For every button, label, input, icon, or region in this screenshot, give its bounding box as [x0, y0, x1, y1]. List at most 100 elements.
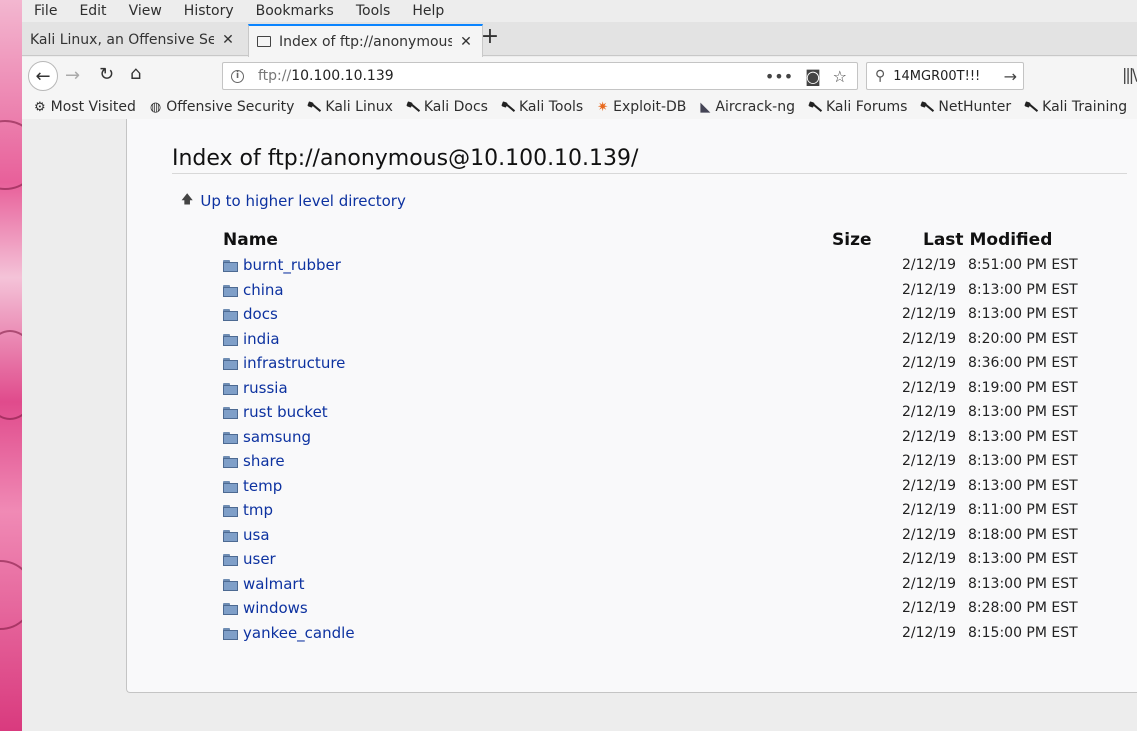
folder-link[interactable]: user [243, 550, 276, 568]
bookmark-exploit-db[interactable]: ✷ Exploit-DB [597, 99, 686, 115]
modified-time: 8:13:00 PM EST [968, 453, 1078, 469]
bookmark-kali-tools[interactable]: Kali Tools [502, 99, 583, 115]
folder-link[interactable]: tmp [243, 501, 273, 519]
menu-bookmarks[interactable]: Bookmarks [256, 3, 334, 19]
menu-edit[interactable]: Edit [79, 3, 106, 19]
new-tab-button[interactable]: + [478, 26, 502, 50]
column-header-last-modified[interactable]: Last Modified [923, 230, 1052, 250]
bookmark-label: Offensive Security [166, 99, 295, 115]
reload-button[interactable]: ↻ [99, 64, 114, 85]
bookmark-label: Kali Linux [325, 99, 393, 115]
kali-dragon-icon [308, 101, 320, 113]
tab-title: Index of ftp://anonymous@10.100.10.139/ [279, 33, 452, 50]
menu-help[interactable]: Help [412, 3, 444, 19]
library-icon[interactable]: |||\ [1122, 65, 1137, 84]
folder-link[interactable]: walmart [243, 575, 304, 593]
page-actions-menu-icon[interactable]: ••• [765, 67, 793, 86]
directory-table: Name Size Last Modified burnt_rubber 2/12… [223, 230, 1083, 648]
navigation-toolbar: ← → ↻ ⌂ i ftp:// 10.100.10.139 ••• ◙ ☆ ⚲… [22, 57, 1137, 95]
bookmark-kali-docs[interactable]: Kali Docs [407, 99, 488, 115]
page-title: Index of ftp://anonymous@10.100.10.139/ [172, 146, 639, 171]
url-bar[interactable]: i ftp:// 10.100.10.139 ••• ◙ ☆ [222, 62, 858, 90]
folder-link[interactable]: infrastructure [243, 354, 345, 372]
menu-history[interactable]: History [184, 3, 234, 19]
modified-date: 2/12/19 [902, 453, 956, 469]
tab-kali-linux[interactable]: Kali Linux, an Offensive Security ✕ [22, 24, 244, 56]
folder-link[interactable]: rust bucket [243, 403, 328, 421]
table-row: usa 2/12/19 8:18:00 PM EST [223, 526, 1083, 551]
back-button[interactable]: ← [28, 61, 58, 91]
table-row: infrastructure 2/12/19 8:36:00 PM EST [223, 354, 1083, 379]
modified-date: 2/12/19 [902, 281, 956, 298]
exploit-db-icon: ✷ [597, 99, 609, 115]
folder-icon [223, 260, 238, 272]
pocket-icon[interactable]: ◙ [805, 67, 821, 86]
folder-link[interactable]: temp [243, 477, 282, 495]
folder-icon [223, 529, 238, 542]
modified-time: 8:28:00 PM EST [968, 600, 1078, 616]
table-row: docs 2/12/19 8:13:00 PM EST [223, 305, 1083, 330]
folder-link[interactable]: china [243, 281, 284, 299]
modified-time: 8:36:00 PM EST [968, 355, 1078, 371]
modified-date: 2/12/19 [902, 551, 956, 567]
column-header-size[interactable]: Size [832, 230, 872, 250]
menu-view[interactable]: View [129, 3, 162, 19]
bookmark-kali-linux[interactable]: Kali Linux [308, 99, 392, 115]
home-button[interactable]: ⌂ [130, 63, 141, 84]
bookmark-nethunter[interactable]: NetHunter [921, 99, 1011, 115]
kali-dragon-icon [407, 101, 419, 113]
folder-link[interactable]: docs [243, 305, 278, 323]
folder-link[interactable]: windows [243, 599, 308, 617]
modified-date: 2/12/19 [902, 355, 956, 371]
tab-title: Kali Linux, an Offensive Security [30, 32, 214, 48]
tab-strip: Kali Linux, an Offensive Security ✕ Inde… [22, 22, 1137, 57]
bookmark-label: Kali Tools [518, 99, 584, 115]
bookmark-kali-training[interactable]: Kali Training [1025, 99, 1127, 115]
modified-date: 2/12/19 [902, 257, 956, 273]
folder-link[interactable]: usa [243, 526, 270, 544]
tab-ftp-index[interactable]: Index of ftp://anonymous@10.100.10.139/ … [248, 24, 483, 57]
close-tab-icon[interactable]: ✕ [220, 32, 236, 48]
home-icon: ⌂ [130, 63, 142, 84]
modified-date: 2/12/19 [902, 404, 956, 420]
column-header-name[interactable]: Name [223, 230, 278, 250]
bookmark-aircrack-ng[interactable]: ◣ Aircrack-ng [700, 99, 795, 115]
folder-link[interactable]: share [243, 452, 285, 470]
bookmark-offensive-security[interactable]: ◍ Offensive Security [150, 99, 295, 115]
modified-date: 2/12/19 [902, 575, 956, 592]
up-directory-link[interactable]: Up to higher level directory [200, 192, 406, 210]
modified-time: 8:11:00 PM EST [968, 502, 1078, 518]
folder-link[interactable]: russia [243, 379, 288, 397]
search-icon: ⚲ [875, 68, 886, 84]
folder-icon [223, 456, 238, 468]
folder-link[interactable]: india [243, 330, 280, 348]
modified-time: 8:13:00 PM EST [968, 428, 1078, 445]
menu-file[interactable]: File [34, 3, 57, 19]
search-go-arrow-icon[interactable]: → [1004, 67, 1017, 86]
close-tab-icon[interactable]: ✕ [458, 34, 474, 50]
menu-tools[interactable]: Tools [356, 3, 391, 19]
kali-dragon-icon [1025, 101, 1037, 113]
table-row: india 2/12/19 8:20:00 PM EST [223, 330, 1083, 355]
globe-icon: ◍ [149, 99, 162, 115]
modified-date: 2/12/19 [902, 502, 956, 518]
bookmark-most-visited[interactable]: ⚙ Most Visited [34, 99, 136, 115]
modified-time: 8:13:00 PM EST [968, 551, 1078, 567]
site-info-icon[interactable]: i [231, 69, 244, 83]
back-arrow-icon: ← [35, 65, 51, 87]
folder-link[interactable]: yankee_candle [243, 624, 355, 642]
bookmark-kali-forums[interactable]: Kali Forums [809, 99, 907, 115]
bookmark-label: Aircrack-ng [715, 99, 795, 115]
folder-icon [223, 505, 238, 517]
folder-link[interactable]: samsung [243, 428, 311, 446]
forward-button[interactable]: → [65, 65, 80, 86]
table-row: samsung 2/12/19 8:13:00 PM EST [223, 428, 1083, 453]
search-bar[interactable]: ⚲ 14MGR00T!!! → [866, 62, 1024, 90]
folder-icon [223, 627, 238, 640]
bookmark-star-icon[interactable]: ☆ [833, 67, 847, 86]
bookmark-label: Kali Forums [825, 99, 908, 115]
kali-dragon-icon [502, 101, 514, 113]
forward-arrow-icon: → [65, 65, 81, 86]
search-input[interactable]: 14MGR00T!!! [893, 69, 1003, 84]
folder-link[interactable]: burnt_rubber [243, 256, 341, 274]
